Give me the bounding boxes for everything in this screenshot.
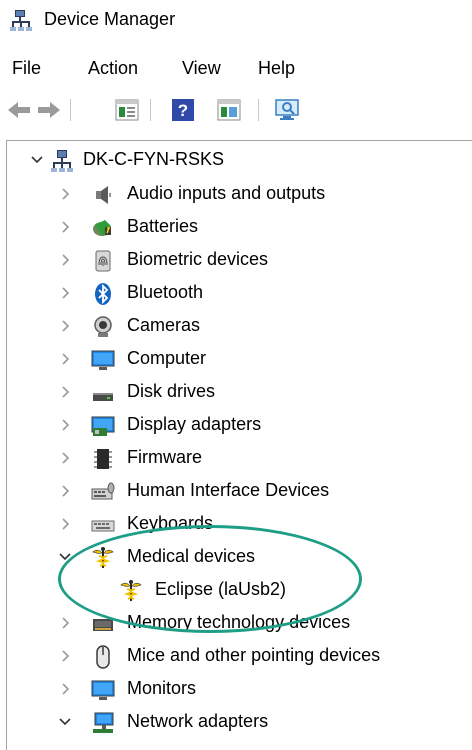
chevron-down-icon[interactable] — [57, 549, 73, 565]
tree-item-firmware[interactable]: Firmware — [7, 443, 472, 476]
tree-item-label: Keyboards — [127, 513, 214, 533]
tree-item-medical-devices[interactable]: Medical devices — [7, 542, 472, 575]
chevron-right-icon[interactable] — [57, 252, 73, 268]
chevron-down-icon[interactable] — [29, 152, 45, 168]
chevron-right-icon[interactable] — [57, 351, 73, 367]
bluetooth-icon — [91, 282, 115, 306]
tree-item-network-adapters[interactable]: Network adapters — [7, 707, 472, 740]
window-title: Device Manager — [44, 9, 176, 29]
tree-item-batteries[interactable]: Batteries — [7, 212, 472, 245]
display-adapter-icon — [91, 414, 115, 438]
chevron-right-icon[interactable] — [57, 186, 73, 202]
computer-icon — [91, 348, 115, 372]
mouse-icon — [91, 645, 115, 669]
tree-item-monitors[interactable]: Monitors — [7, 674, 472, 707]
fingerprint-icon — [91, 249, 115, 273]
menu-help[interactable]: Help — [256, 58, 297, 79]
title-bar: Device Manager — [0, 0, 472, 44]
tree-item-audio[interactable]: Audio inputs and outputs — [7, 179, 472, 212]
chevron-down-icon[interactable] — [57, 714, 73, 730]
network-adapter-icon — [91, 711, 115, 735]
tree-item-label: Eclipse (laUsb2) — [155, 579, 287, 599]
chevron-right-icon[interactable] — [57, 450, 73, 466]
tree-item-disk-drives[interactable]: Disk drives — [7, 377, 472, 410]
tree-item-label: Monitors — [127, 678, 197, 698]
tree-item-cameras[interactable]: Cameras — [7, 311, 472, 344]
help-icon[interactable]: ? — [168, 96, 198, 124]
tree-item-hid[interactable]: Human Interface Devices — [7, 476, 472, 509]
chevron-right-icon[interactable] — [57, 417, 73, 433]
chevron-right-icon[interactable] — [57, 318, 73, 334]
svg-text:?: ? — [178, 101, 188, 120]
tree-item-label: Display adapters — [127, 414, 262, 434]
tree-item-label: Audio inputs and outputs — [127, 183, 326, 203]
properties-icon[interactable] — [112, 96, 142, 124]
toolbar-separator — [70, 99, 71, 121]
tree-root-label: DK-C-FYN-RSKS — [83, 149, 225, 169]
tree-item-bluetooth[interactable]: Bluetooth — [7, 278, 472, 311]
camera-icon — [91, 315, 115, 339]
chevron-right-icon[interactable] — [57, 384, 73, 400]
toolbar-separator — [258, 99, 259, 121]
chevron-right-icon[interactable] — [57, 219, 73, 235]
tree-item-label: Biometric devices — [127, 249, 269, 269]
menu-file[interactable]: File — [10, 58, 43, 79]
tree-item-label: Disk drives — [127, 381, 216, 401]
update-driver-icon[interactable] — [214, 96, 244, 124]
computer-network-icon — [51, 149, 75, 173]
tree-item-label: Memory technology devices — [127, 612, 351, 632]
keyboard-icon — [91, 513, 115, 537]
tree-item-memory[interactable]: Memory technology devices — [7, 608, 472, 641]
forward-icon[interactable] — [34, 96, 64, 124]
chevron-right-icon[interactable] — [57, 648, 73, 664]
scan-hardware-icon[interactable] — [272, 96, 302, 124]
memory-icon — [91, 612, 115, 636]
firmware-icon — [91, 447, 115, 471]
medical-icon — [91, 546, 115, 570]
medical-icon — [119, 579, 143, 603]
tree-item-biometric[interactable]: Biometric devices — [7, 245, 472, 278]
tree-item-label: Human Interface Devices — [127, 480, 330, 500]
back-icon[interactable] — [4, 96, 34, 124]
chevron-right-icon[interactable] — [57, 483, 73, 499]
menu-view[interactable]: View — [180, 58, 223, 79]
toolbar: ? — [0, 92, 472, 128]
disk-drive-icon — [91, 381, 115, 405]
speaker-icon — [91, 183, 115, 207]
tree-item-label: Computer — [127, 348, 207, 368]
tree-item-label: Mice and other pointing devices — [127, 645, 381, 665]
tree-item-keyboards[interactable]: Keyboards — [7, 509, 472, 542]
tree-item-label: Medical devices — [127, 546, 256, 566]
chevron-right-icon[interactable] — [57, 615, 73, 631]
chevron-right-icon[interactable] — [57, 681, 73, 697]
menu-action[interactable]: Action — [86, 58, 140, 79]
tree-item-computer[interactable]: Computer — [7, 344, 472, 377]
device-tree[interactable]: DK-C-FYN-RSKS Audio inputs and outputs B… — [6, 140, 472, 750]
tree-item-label: Cameras — [127, 315, 201, 335]
tree-item-label: Network adapters — [127, 711, 269, 731]
monitor-icon — [91, 678, 115, 702]
battery-icon — [91, 216, 115, 240]
tree-item-label: Batteries — [127, 216, 199, 236]
chevron-right-icon[interactable] — [57, 516, 73, 532]
menu-bar: File Action View Help — [0, 54, 472, 84]
tree-item-label: Firmware — [127, 447, 202, 467]
hid-icon — [91, 480, 115, 504]
tree-item-mice[interactable]: Mice and other pointing devices — [7, 641, 472, 674]
tree-item-display-adapters[interactable]: Display adapters — [7, 410, 472, 443]
chevron-right-icon[interactable] — [57, 285, 73, 301]
tree-root[interactable]: DK-C-FYN-RSKS — [7, 145, 472, 178]
tree-item-label: Bluetooth — [127, 282, 204, 302]
toolbar-separator — [150, 99, 151, 121]
device-manager-icon — [10, 8, 34, 32]
tree-item-eclipse[interactable]: Eclipse (laUsb2) — [7, 575, 472, 608]
